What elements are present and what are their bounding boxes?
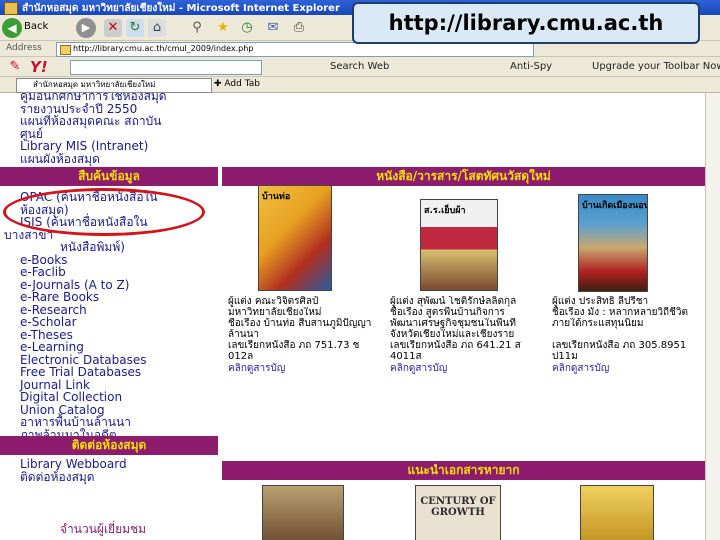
yahoo-search-input[interactable] bbox=[70, 60, 262, 75]
book-cover-title: บ้านท่อ bbox=[262, 192, 291, 202]
sidebar-contact-link[interactable]: ติดต่อห้องสมุด bbox=[20, 471, 95, 484]
book-author: ผู้แต่ง ประสิทธิ์ ลีปรีชา bbox=[552, 296, 649, 307]
print-icon[interactable]: ⎙ bbox=[290, 19, 308, 37]
back-label: Back bbox=[24, 21, 49, 32]
antispy-button[interactable]: Anti-Spy bbox=[510, 61, 552, 72]
web-page-content: คู่มือนักศึกษาการใช้ห้องสมุด รายงานประจำป… bbox=[0, 93, 705, 540]
sidebar-search-link[interactable]: หนังสือพิมพ์) bbox=[60, 241, 125, 254]
address-input[interactable]: http://library.cmu.ac.th/cmul_2009/index… bbox=[56, 42, 534, 57]
book-toc-link[interactable]: คลิกดูสารบัญ bbox=[228, 363, 348, 374]
history-icon[interactable]: ◷ bbox=[238, 19, 256, 37]
opac-highlight-oval bbox=[3, 188, 205, 236]
book-title-line: พัฒนาเศรษฐกิจชุมชนในพื้นที่ bbox=[390, 318, 516, 329]
book-publisher: ชื่อเรื่อง สูตรพื้นบ้านกิจการ bbox=[390, 307, 505, 318]
book-cover[interactable]: ส.ร.เย็บผ้า bbox=[420, 199, 498, 291]
sidebar-section-header: สืบค้นข้อมูล bbox=[0, 167, 218, 186]
book-extra: ล้านนา bbox=[228, 329, 260, 340]
book-callno: เลขเรียกหนังสือ ภถ 751.73 ช bbox=[228, 340, 360, 351]
page-icon bbox=[60, 45, 71, 55]
book-toc-link[interactable]: คลิกดูสารบัญ bbox=[552, 363, 672, 374]
book-title-line: ชื่อเรื่อง บ้านท่อ สืบสานภูมิปัญญา bbox=[228, 318, 372, 329]
rare-doc-cover-title: CENTURY OF GROWTH bbox=[420, 496, 496, 518]
book-cover[interactable]: บ้านเกิดเมืองนอน bbox=[578, 194, 648, 292]
url-callout: http://library.cmu.ac.th bbox=[352, 2, 700, 44]
tools-icon[interactable]: ✎ bbox=[6, 58, 24, 76]
book-callno2: ป11ม bbox=[552, 351, 578, 362]
search-web-button[interactable]: Search Web bbox=[330, 61, 389, 72]
book-toc-link[interactable]: คลิกดูสารบัญ bbox=[390, 363, 510, 374]
mail-icon[interactable]: ✉ bbox=[264, 19, 282, 37]
vertical-scrollbar[interactable] bbox=[705, 93, 720, 540]
rare-doc-cover[interactable] bbox=[262, 485, 344, 540]
book-callno2: 4011ส bbox=[390, 351, 422, 362]
book-author: ผู้แต่ง คณะวิจิตรศิลป์ bbox=[228, 296, 319, 307]
book-publisher: มหาวิทยาลัยเชียงใหม่ bbox=[228, 307, 322, 318]
stop-icon[interactable]: ✕ bbox=[104, 19, 122, 37]
rare-docs-header: แนะนำเอกสารหายาก bbox=[222, 461, 705, 480]
book-cover[interactable]: บ้านท่อ bbox=[258, 185, 332, 291]
ie-icon bbox=[4, 2, 18, 15]
new-books-header: หนังสือ/วารสาร/โสตทัศนวัสดุใหม่ bbox=[222, 167, 705, 186]
sidebar-link[interactable]: แผนผังห้องสมุด bbox=[20, 152, 100, 166]
add-tab-label: Add Tab bbox=[224, 79, 260, 89]
refresh-icon[interactable]: ↻ bbox=[126, 19, 144, 37]
address-label: Address bbox=[6, 43, 42, 53]
forward-button[interactable]: ▶ bbox=[76, 18, 96, 38]
add-tab-button[interactable]: ✚ Add Tab bbox=[214, 79, 260, 89]
rare-doc-cover[interactable] bbox=[580, 485, 654, 540]
upgrade-toolbar-link[interactable]: Upgrade your Toolbar Now bbox=[592, 61, 720, 72]
book-callno2: 012ล bbox=[228, 351, 254, 362]
book-callno: เลขเรียกหนังสือ ภถ 641.21 ส bbox=[390, 340, 521, 351]
sidebar-section-header: ติดต่อห้องสมุด bbox=[0, 436, 218, 455]
search-icon[interactable]: ⚲ bbox=[188, 19, 206, 37]
tab-bar: สำนักหอสมุด มหาวิทยาลัยเชียงใหม่ ✚ Add T… bbox=[0, 77, 720, 93]
yahoo-toolbar: ✎ Y! Search Web Anti-Spy Upgrade your To… bbox=[0, 57, 720, 77]
book-publisher: ชื่อเรื่อง มัง : หลากหลายวิถีชีวิต bbox=[552, 307, 689, 318]
visitor-count-label: จำนวนผู้เยี่ยมชม bbox=[60, 522, 147, 536]
browser-tab-title: สำนักหอสมุด มหาวิทยาลัยเชียงใหม่ bbox=[33, 80, 156, 89]
back-button[interactable]: ◀ bbox=[2, 18, 22, 38]
yahoo-logo[interactable]: Y! bbox=[30, 58, 48, 76]
book-title-line: ภายใต้กระแสทุนนิยม bbox=[552, 318, 644, 329]
browser-tab[interactable]: สำนักหอสมุด มหาวิทยาลัยเชียงใหม่ bbox=[16, 78, 212, 93]
book-extra: จังหวัดเชียงใหม่และเชียงราย bbox=[390, 329, 515, 340]
book-author: ผู้แต่ง สุพัฒน์ โชติรักษ์ลลิตกุล bbox=[390, 296, 517, 307]
address-url: http://library.cmu.ac.th/cmul_2009/index… bbox=[73, 44, 254, 53]
rare-doc-cover[interactable]: CENTURY OF GROWTH bbox=[415, 485, 501, 540]
favorites-star-icon[interactable]: ★ bbox=[214, 19, 232, 37]
home-icon[interactable]: ⌂ bbox=[148, 19, 166, 37]
book-callno: เลขเรียกหนังสือ ภถ 305.8951 bbox=[552, 340, 687, 351]
window-title: สำนักหอสมุด มหาวิทยาลัยเชียงใหม่ - Micro… bbox=[22, 3, 340, 14]
book-cover-title: บ้านเกิดเมืองนอน bbox=[582, 201, 648, 211]
book-cover-title: ส.ร.เย็บผ้า bbox=[424, 206, 466, 216]
